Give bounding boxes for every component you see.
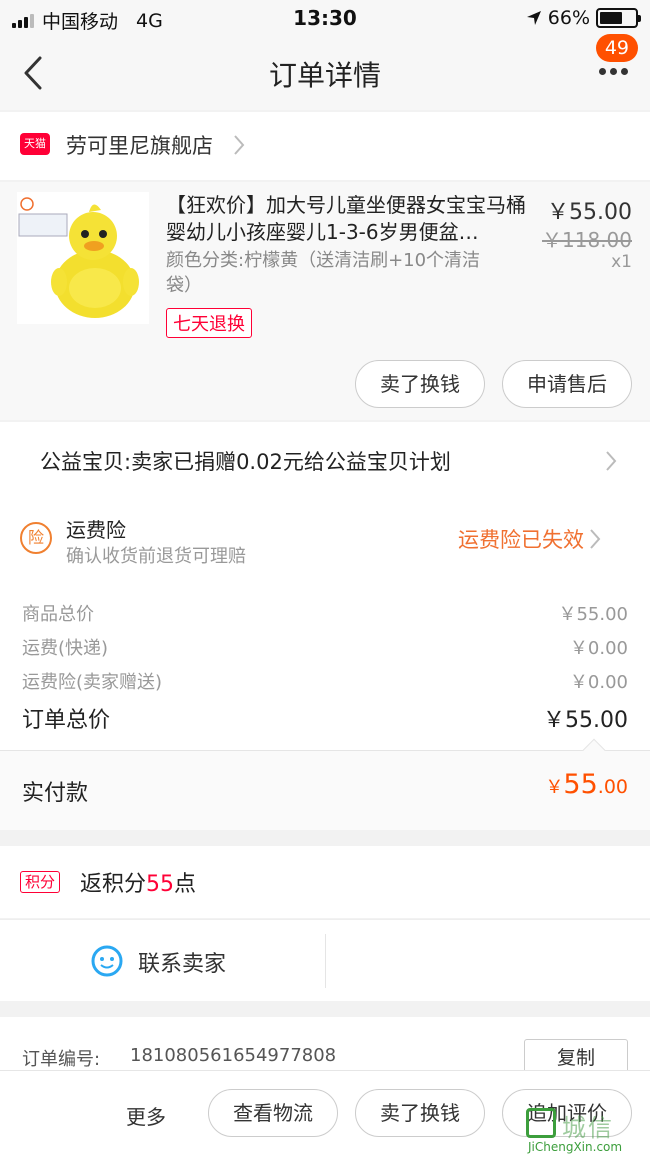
product-image[interactable] bbox=[17, 192, 149, 324]
product-quantity: x1 bbox=[611, 252, 632, 272]
nav-bar: 订单详情 49 bbox=[0, 34, 650, 110]
price-summary: 商品总价 ￥55.00 运费(快递) ￥0.00 运费险(卖家赠送) ￥0.00… bbox=[0, 584, 650, 750]
summary-row: 商品总价 ￥55.00 bbox=[22, 600, 628, 626]
product-price: ￥55.00 bbox=[547, 200, 632, 225]
status-right: 66% bbox=[526, 7, 641, 29]
paid-amount-row: 实付款 ￥55.00 bbox=[0, 738, 650, 830]
return-policy-tag: 七天退换 bbox=[166, 308, 252, 338]
sell-button[interactable]: 卖了换钱 bbox=[355, 1089, 485, 1137]
order-total-value: ￥55.00 bbox=[543, 708, 628, 733]
shipping-insurance-row[interactable]: 险 运费险 确认收货前退货可理赔 运费险已失效 bbox=[0, 498, 650, 584]
points-suffix: 点 bbox=[174, 872, 197, 897]
message-count-badge: 49 bbox=[595, 34, 638, 62]
order-total-row: 订单总价 ￥55.00 bbox=[22, 702, 628, 734]
chevron-right-icon bbox=[606, 451, 617, 471]
more-menu-icon[interactable] bbox=[599, 68, 628, 75]
insurance-title: 运费险 bbox=[66, 518, 126, 542]
sell-button[interactable]: 卖了换钱 bbox=[355, 360, 485, 408]
location-arrow-icon bbox=[526, 11, 541, 25]
points-prefix: 返积分 bbox=[80, 872, 147, 897]
product-sku: 颜色分类:柠檬黄（送清洁刷+10个清洁袋） bbox=[166, 250, 481, 296]
chevron-right-icon bbox=[590, 529, 601, 549]
points-tag: 积分 bbox=[20, 871, 61, 893]
summary-value: ￥0.00 bbox=[569, 672, 628, 693]
summary-label: 运费(快递) bbox=[22, 638, 109, 659]
status-bar: 中国移动 4G 13:30 66% bbox=[0, 0, 650, 36]
watermark-text: 城信 bbox=[562, 1114, 614, 1142]
tmall-icon: 天猫 bbox=[20, 133, 50, 155]
points-amount: 55 bbox=[146, 872, 175, 897]
battery-percent: 66% bbox=[547, 7, 590, 29]
after-sale-button[interactable]: 申请售后 bbox=[502, 360, 632, 408]
summary-row: 运费(快递) ￥0.00 bbox=[22, 634, 628, 660]
paid-amount: ￥55.00 bbox=[545, 769, 628, 800]
paid-label: 实付款 bbox=[22, 781, 89, 806]
page-title: 订单详情 bbox=[268, 59, 381, 92]
summary-value: ￥55.00 bbox=[558, 604, 628, 625]
order-number-row: 订单编号: 181080561654977808 复制 bbox=[0, 1017, 650, 1077]
more-button[interactable]: 更多 bbox=[126, 1101, 166, 1130]
product-title[interactable]: 【狂欢价】加大号儿童坐便器女宝宝马桶婴幼儿小孩座婴儿1-3-6岁男便盆… bbox=[166, 192, 528, 246]
summary-label: 运费险(卖家赠送) bbox=[22, 672, 163, 693]
order-total-label: 订单总价 bbox=[22, 708, 111, 733]
contact-row: 联系卖家 bbox=[0, 919, 650, 1001]
watermark: 城信 JiChengXin.com bbox=[526, 1106, 646, 1154]
battery-icon bbox=[596, 8, 641, 28]
currency-symbol: ￥ bbox=[545, 777, 564, 798]
divider bbox=[325, 934, 326, 988]
order-number-value: 181080561654977808 bbox=[130, 1045, 337, 1066]
charity-text: 公益宝贝:卖家已捐赠0.02元给公益宝贝计划 bbox=[40, 450, 451, 474]
order-number-label: 订单编号: bbox=[22, 1049, 101, 1070]
shop-header[interactable]: 天猫 劳可里尼旗舰店 bbox=[0, 112, 650, 180]
chat-icon[interactable] bbox=[90, 944, 124, 978]
product-item[interactable]: 【狂欢价】加大号儿童坐便器女宝宝马桶婴幼儿小孩座婴儿1-3-6岁男便盆… 颜色分… bbox=[0, 182, 650, 420]
contact-seller-button[interactable]: 联系卖家 bbox=[138, 946, 226, 978]
chevron-right-icon bbox=[234, 135, 245, 155]
insurance-status[interactable]: 运费险已失效 bbox=[458, 524, 584, 554]
summary-label: 商品总价 bbox=[22, 604, 94, 625]
summary-row: 运费险(卖家赠送) ￥0.00 bbox=[22, 668, 628, 694]
original-price: ￥118.00 bbox=[542, 228, 632, 252]
view-logistics-button[interactable]: 查看物流 bbox=[208, 1089, 338, 1137]
shop-name[interactable]: 劳可里尼旗舰店 bbox=[66, 130, 213, 160]
paid-integer: 55 bbox=[563, 769, 598, 800]
paid-decimal: .00 bbox=[597, 776, 628, 798]
points-text: 返积分55点 bbox=[80, 866, 196, 898]
insurance-subtitle: 确认收货前退货可理赔 bbox=[66, 546, 246, 567]
summary-value: ￥0.00 bbox=[569, 638, 628, 659]
insurance-icon: 险 bbox=[20, 522, 52, 554]
charity-row[interactable]: 公益宝贝:卖家已捐赠0.02元给公益宝贝计划 bbox=[0, 422, 650, 498]
watermark-domain: JiChengXin.com bbox=[528, 1140, 623, 1154]
watermark-logo-icon bbox=[526, 1108, 556, 1138]
points-row: 积分 返积分55点 bbox=[0, 846, 650, 918]
